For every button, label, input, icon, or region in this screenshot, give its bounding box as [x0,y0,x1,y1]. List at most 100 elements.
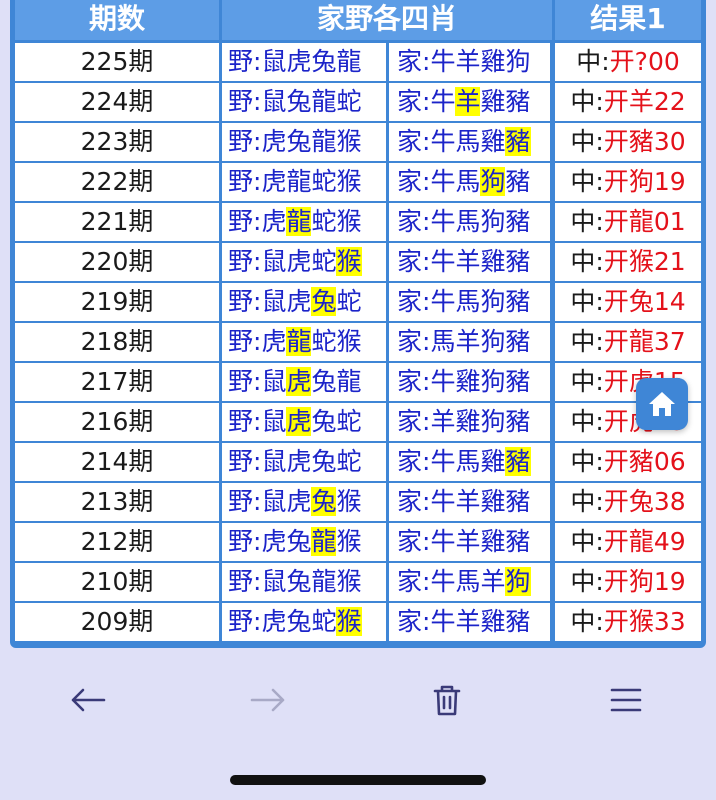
animal-char: 虎 [286,47,312,76]
result-prefix: 中: [570,367,604,396]
table-row: 221期 野:虎龍蛇猴 家:牛馬狗豬 中:开龍01 [15,203,701,241]
table-row: 209期 野:虎兔蛇猴 家:牛羊雞豬 中:开猴33 [15,603,701,641]
animal-char: 龍 [311,87,337,116]
result-value: 开猴21 [603,247,686,276]
wild-animals-cell: 野:鼠虎兔龍 [222,363,386,401]
cell-prefix: 野: [228,447,262,476]
cell-prefix: 家: [397,447,431,476]
animal-char: 蛇 [311,167,337,196]
animal-char: 馬 [455,207,481,236]
period-cell: 214期 [15,443,219,481]
wild-animals-cell: 野:鼠兔龍蛇 [222,83,386,121]
menu-button[interactable] [590,672,662,728]
result-value: 开狗19 [603,167,686,196]
animal-char: 兔 [286,87,312,116]
animal-char: 龍 [311,567,337,596]
home-animals-cell: 家:牛羊雞豬 [389,603,550,641]
cell-prefix: 家: [397,127,431,156]
back-button[interactable] [52,672,124,728]
animal-char: 狗 [480,167,506,196]
result-prefix: 中: [570,567,604,596]
home-animals-cell: 家:牛雞狗豬 [389,363,550,401]
animal-char: 兔 [311,367,337,396]
wild-animals-cell: 野:虎兔蛇猴 [222,603,386,641]
animal-char: 狗 [480,407,506,436]
period-cell: 210期 [15,563,219,601]
result-value: 开豬06 [603,447,686,476]
animal-char: 猴 [336,207,362,236]
table-row: 225期 野:鼠虎兔龍 家:牛羊雞狗 中:开?00 [15,43,701,81]
animal-char: 龍 [336,47,362,76]
cell-prefix: 家: [397,167,431,196]
cell-prefix: 家: [397,47,431,76]
result-prefix: 中: [570,487,604,516]
animal-char: 鼠 [261,47,287,76]
cell-prefix: 家: [397,407,431,436]
home-animals-cell: 家:牛羊雞豬 [389,483,550,521]
home-animals-cell: 家:牛馬羊狗 [389,563,550,601]
animal-char: 馬 [455,167,481,196]
result-cell: 中:开龍37 [555,323,701,361]
wild-animals-cell: 野:虎龍蛇猴 [222,163,386,201]
wild-animals-cell: 野:鼠虎兔龍 [222,43,386,81]
result-cell: 中:开猴33 [555,603,701,641]
home-animals-cell: 家:牛馬狗豬 [389,283,550,321]
animal-char: 雞 [480,487,506,516]
animal-char: 猴 [336,607,362,636]
animal-char: 牛 [430,367,456,396]
animal-char: 蛇 [336,287,362,316]
animal-char: 羊 [455,607,481,636]
header-animals: 家野各四肖 [222,0,552,40]
wild-animals-cell: 野:鼠虎兔蛇 [222,283,386,321]
result-value: 开龍37 [603,327,686,356]
result-cell: 中:开兔14 [555,283,701,321]
animal-char: 羊 [455,327,481,356]
animal-char: 牛 [430,47,456,76]
period-cell: 225期 [15,43,219,81]
animal-char: 蛇 [311,207,337,236]
home-animals-cell: 家:牛羊雞豬 [389,243,550,281]
animal-char: 雞 [480,527,506,556]
home-animals-cell: 家:牛羊雞狗 [389,43,550,81]
animal-char: 虎 [261,127,287,156]
arrow-left-icon [71,688,106,712]
animal-char: 兔 [286,527,312,556]
home-animals-cell: 家:馬羊狗豬 [389,323,550,361]
animal-char: 虎 [261,527,287,556]
animal-char: 鼠 [261,367,287,396]
animal-char: 豬 [505,447,531,476]
table-row: 220期 野:鼠虎蛇猴 家:牛羊雞豬 中:开猴21 [15,243,701,281]
forward-button[interactable] [232,672,304,728]
cell-prefix: 家: [397,367,431,396]
animal-char: 狗 [480,367,506,396]
result-value: 开龍01 [603,207,686,236]
result-cell: 中:开豬30 [555,123,701,161]
period-cell: 221期 [15,203,219,241]
menu-icon [610,688,642,712]
animal-char: 鼠 [261,87,287,116]
animal-char: 狗 [505,567,531,596]
home-animals-cell: 家:牛馬雞豬 [389,443,550,481]
result-prefix: 中: [570,527,604,556]
period-cell: 209期 [15,603,219,641]
result-cell: 中:开猴21 [555,243,701,281]
animal-char: 雞 [480,47,506,76]
animal-char: 兔 [311,47,337,76]
home-animals-cell: 家:牛馬狗豬 [389,163,550,201]
delete-button[interactable] [411,672,483,728]
result-value: 开豬30 [603,127,686,156]
home-animals-cell: 家:牛馬雞豬 [389,123,550,161]
animal-char: 蛇 [336,447,362,476]
animal-char: 豬 [505,207,531,236]
header-result: 结果1 [555,0,701,40]
cell-prefix: 野: [228,167,262,196]
cell-prefix: 野: [228,287,262,316]
animal-char: 豬 [505,287,531,316]
wild-animals-cell: 野:虎龍蛇猴 [222,203,386,241]
animal-char: 虎 [261,167,287,196]
table-row: 219期 野:鼠虎兔蛇 家:牛馬狗豬 中:开兔14 [15,283,701,321]
animal-char: 雞 [480,87,506,116]
home-button[interactable] [636,378,688,430]
animal-char: 虎 [286,487,312,516]
result-value: 开羊22 [603,87,686,116]
